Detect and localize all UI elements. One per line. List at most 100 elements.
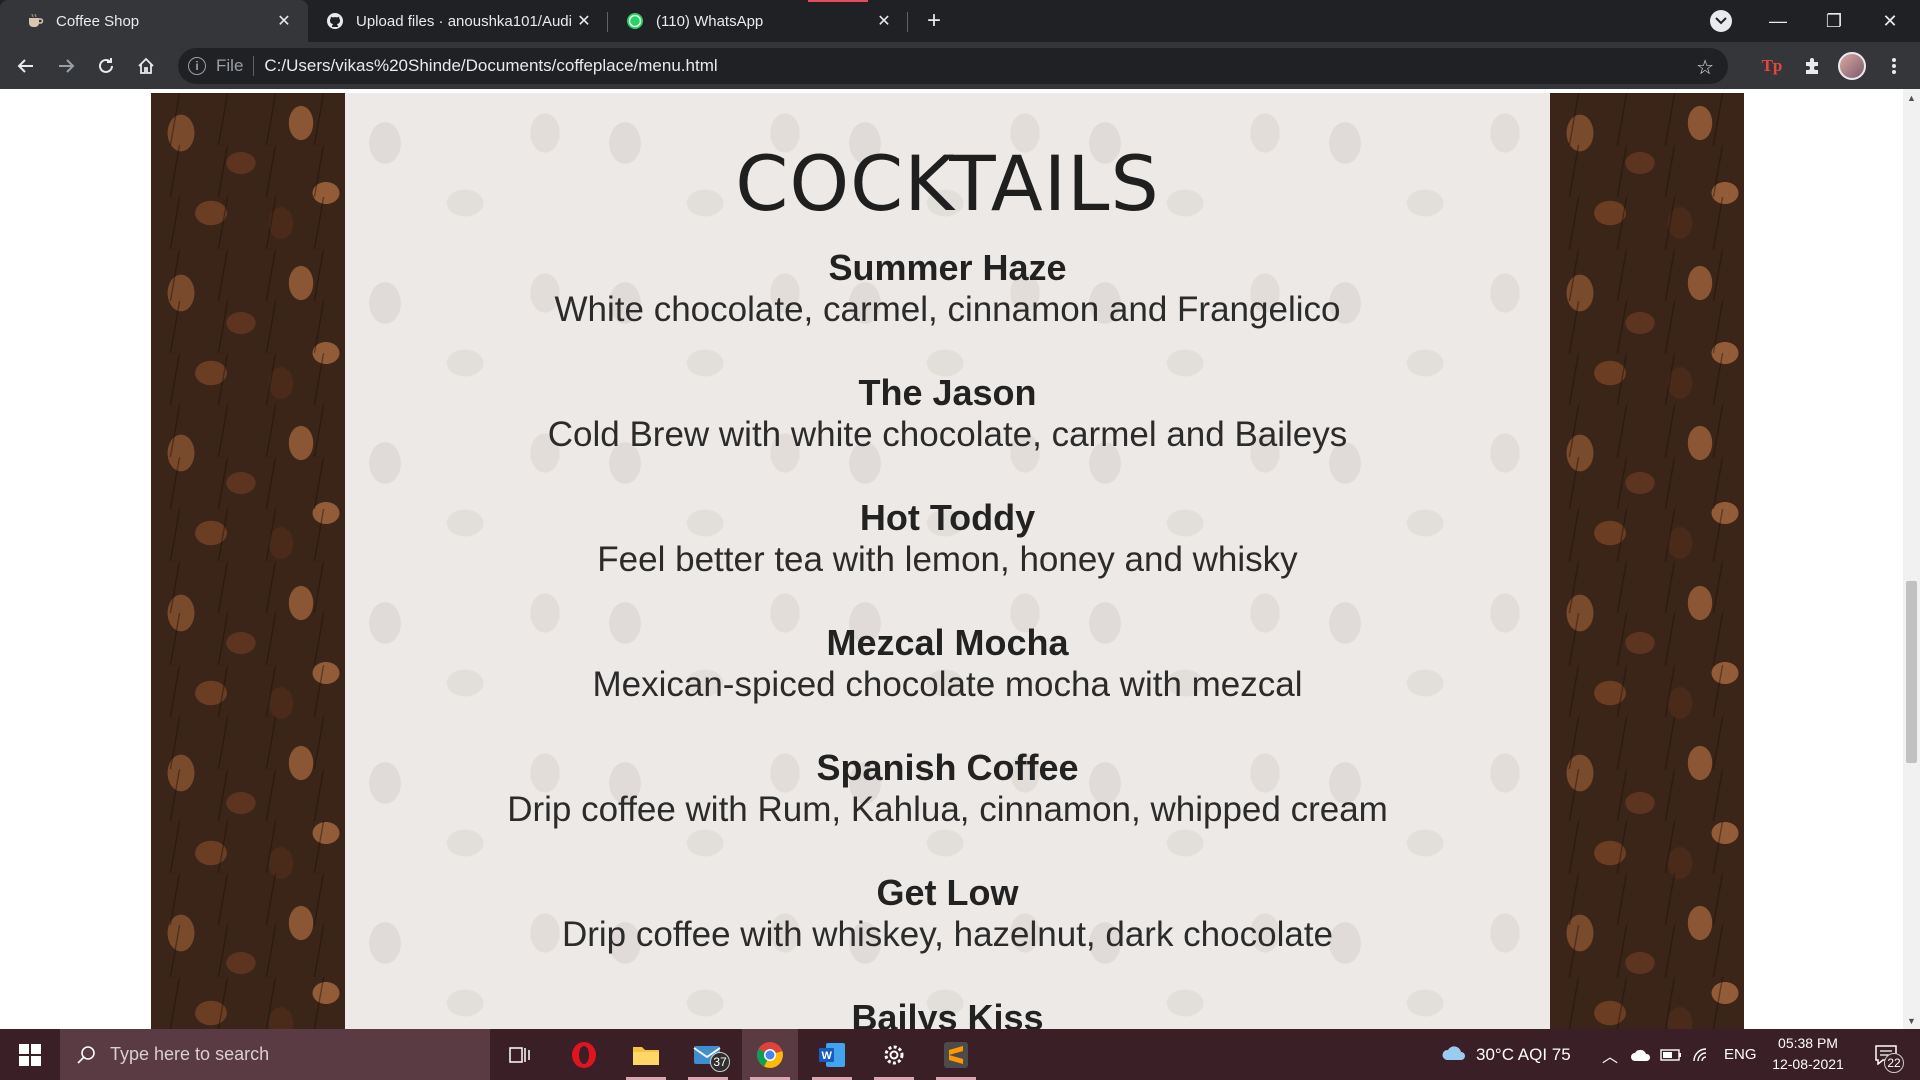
home-icon xyxy=(138,57,154,74)
scrollbar-thumb[interactable] xyxy=(1906,581,1917,763)
word-app[interactable]: W xyxy=(804,1029,860,1080)
restore-icon[interactable]: ❐ xyxy=(1806,0,1862,42)
menu-item: Hot Toddy Feel better tea with lemon, ho… xyxy=(345,497,1550,581)
menu-item-description: Mexican-spiced chocolate mocha with mezc… xyxy=(592,665,1303,704)
menu-item-description: Drip coffee with Rum, Kahlua, cinnamon, … xyxy=(507,790,1388,829)
windows-taskbar: Type here to search 37 W 30°C AQI 75 ︿ E… xyxy=(0,1029,1920,1080)
extension-tp-icon[interactable]: Tp xyxy=(1757,51,1787,81)
clock-time: 05:38 PM xyxy=(1778,1035,1838,1051)
menu-item: Summer Haze White chocolate, carmel, cin… xyxy=(345,247,1550,331)
url-scheme-label: File xyxy=(216,56,244,75)
notification-center-button[interactable]: 22 xyxy=(1868,1037,1904,1073)
menu-item-name: Get Low xyxy=(876,872,1019,913)
wifi-icon[interactable] xyxy=(1692,1029,1712,1080)
menu-item: Bailys Kiss xyxy=(345,997,1550,1029)
tab-github-upload[interactable]: Upload files · anoushka101/Audit ✕ xyxy=(300,0,608,42)
scroll-down-icon[interactable]: ▼ xyxy=(1903,1012,1920,1029)
cloud-rain-icon xyxy=(1442,1045,1465,1060)
tab-title: (110) WhatsApp xyxy=(656,12,764,30)
word-icon: W xyxy=(819,1042,845,1067)
onedrive-icon[interactable] xyxy=(1630,1029,1652,1080)
menu-item-description: White chocolate, carmel, cinnamon and Fr… xyxy=(554,290,1341,329)
arrow-left-icon xyxy=(17,59,33,73)
tab-whatsapp[interactable]: (110) WhatsApp ✕ xyxy=(600,0,908,42)
menu-item-name: Mezcal Mocha xyxy=(826,622,1069,663)
menu-item-name: Summer Haze xyxy=(828,247,1067,288)
github-icon xyxy=(327,13,343,29)
sublime-text-icon xyxy=(944,1041,968,1068)
url-separator xyxy=(253,56,255,76)
menu-item: Get Low Drip coffee with whiskey, hazeln… xyxy=(345,872,1550,956)
arrow-right-icon xyxy=(59,59,75,73)
address-bar[interactable]: i File C:/Users/vikas%20Shinde/Documents… xyxy=(178,48,1728,84)
menu-item: Spanish Coffee Drip coffee with Rum, Kah… xyxy=(345,747,1550,831)
weather-text: 30°C AQI 75 xyxy=(1476,1044,1571,1064)
menu-heading: COCKTAILS xyxy=(735,139,1160,228)
menu-item-description: Feel better tea with lemon, honey and wh… xyxy=(597,540,1298,579)
show-hidden-icons-icon[interactable]: ︿ xyxy=(1602,1029,1618,1080)
reload-button[interactable] xyxy=(90,50,122,82)
chrome-icon xyxy=(757,1041,783,1068)
extensions-puzzle-icon[interactable] xyxy=(1797,51,1827,81)
search-icon xyxy=(77,1045,95,1064)
opera-icon xyxy=(572,1041,596,1068)
close-tab-icon[interactable]: ✕ xyxy=(272,9,296,33)
task-view-icon xyxy=(509,1046,530,1063)
start-button[interactable] xyxy=(0,1029,60,1080)
folder-icon xyxy=(633,1046,659,1065)
page-viewport: COCKTAILS Summer Haze White chocolate, c… xyxy=(0,89,1920,1029)
chrome-app[interactable] xyxy=(742,1029,798,1080)
page-scrollbar[interactable]: ▲ ▼ xyxy=(1903,89,1920,1029)
home-button[interactable] xyxy=(130,50,162,82)
coffee-beans-image-right xyxy=(1550,93,1744,1029)
back-button[interactable] xyxy=(10,50,42,82)
svg-text:W: W xyxy=(822,1050,833,1062)
menu-item-name: Bailys Kiss xyxy=(851,997,1044,1029)
gear-icon xyxy=(884,1045,904,1064)
forward-button[interactable] xyxy=(50,50,82,82)
bookmark-star-icon[interactable]: ☆ xyxy=(1696,55,1714,80)
menu-item: Mezcal Mocha Mexican-spiced chocolate mo… xyxy=(345,622,1550,706)
coffee-cup-icon xyxy=(29,13,44,27)
mail-badge: 37 xyxy=(710,1052,730,1072)
battery-icon[interactable] xyxy=(1660,1029,1682,1080)
tab-strip: Coffee Shop ✕ Upload files · anoushka101… xyxy=(0,0,1920,42)
close-tab-icon[interactable]: ✕ xyxy=(872,9,896,33)
mail-app[interactable]: 37 xyxy=(680,1029,736,1080)
tab-separator xyxy=(907,12,908,32)
site-info-icon[interactable]: i xyxy=(188,57,206,75)
scroll-up-icon[interactable]: ▲ xyxy=(1903,89,1920,106)
file-explorer-app[interactable] xyxy=(618,1029,674,1080)
sublime-text-app[interactable] xyxy=(928,1029,984,1080)
close-window-icon[interactable]: ✕ xyxy=(1862,0,1918,42)
menu-item-name: Spanish Coffee xyxy=(816,747,1079,788)
menu-item-name: Hot Toddy xyxy=(859,497,1036,538)
task-view-button[interactable] xyxy=(492,1029,548,1080)
new-tab-button[interactable]: + xyxy=(920,7,948,35)
weather-widget[interactable]: 30°C AQI 75 xyxy=(1440,1029,1571,1080)
cocktails-menu: COCKTAILS Summer Haze White chocolate, c… xyxy=(345,93,1550,1029)
profile-avatar[interactable] xyxy=(1838,52,1866,80)
minimize-icon[interactable]: — xyxy=(1750,0,1806,42)
taskbar-search-box[interactable]: Type here to search xyxy=(60,1029,490,1080)
opera-app[interactable] xyxy=(556,1029,612,1080)
menu-item-description: Drip coffee with whiskey, hazelnut, dark… xyxy=(561,915,1334,954)
search-placeholder: Type here to search xyxy=(110,1044,270,1064)
coffee-beans-image-left xyxy=(151,93,345,1029)
settings-app[interactable] xyxy=(866,1029,922,1080)
windows-logo-icon xyxy=(19,1043,41,1066)
browser-menu-icon[interactable] xyxy=(1879,51,1909,81)
close-tab-icon[interactable]: ✕ xyxy=(572,9,596,33)
language-indicator[interactable]: ENG xyxy=(1724,1029,1757,1080)
menu-item-description: Cold Brew with white chocolate, carmel a… xyxy=(547,415,1348,454)
tab-search-icon[interactable] xyxy=(1710,10,1732,32)
whatsapp-icon xyxy=(627,13,643,29)
url-text[interactable]: C:/Users/vikas%20Shinde/Documents/coffep… xyxy=(264,56,717,76)
browser-toolbar: i File C:/Users/vikas%20Shinde/Documents… xyxy=(0,42,1920,89)
tab-title: Upload files · anoushka101/Audit xyxy=(356,12,572,30)
system-clock[interactable]: 05:38 PM 12-08-2021 xyxy=(1758,1033,1858,1075)
notification-badge: 22 xyxy=(1884,1053,1904,1073)
tab-coffee-shop[interactable]: Coffee Shop ✕ xyxy=(0,0,308,42)
reload-icon xyxy=(99,58,113,73)
clock-date: 12-08-2021 xyxy=(1772,1056,1844,1072)
